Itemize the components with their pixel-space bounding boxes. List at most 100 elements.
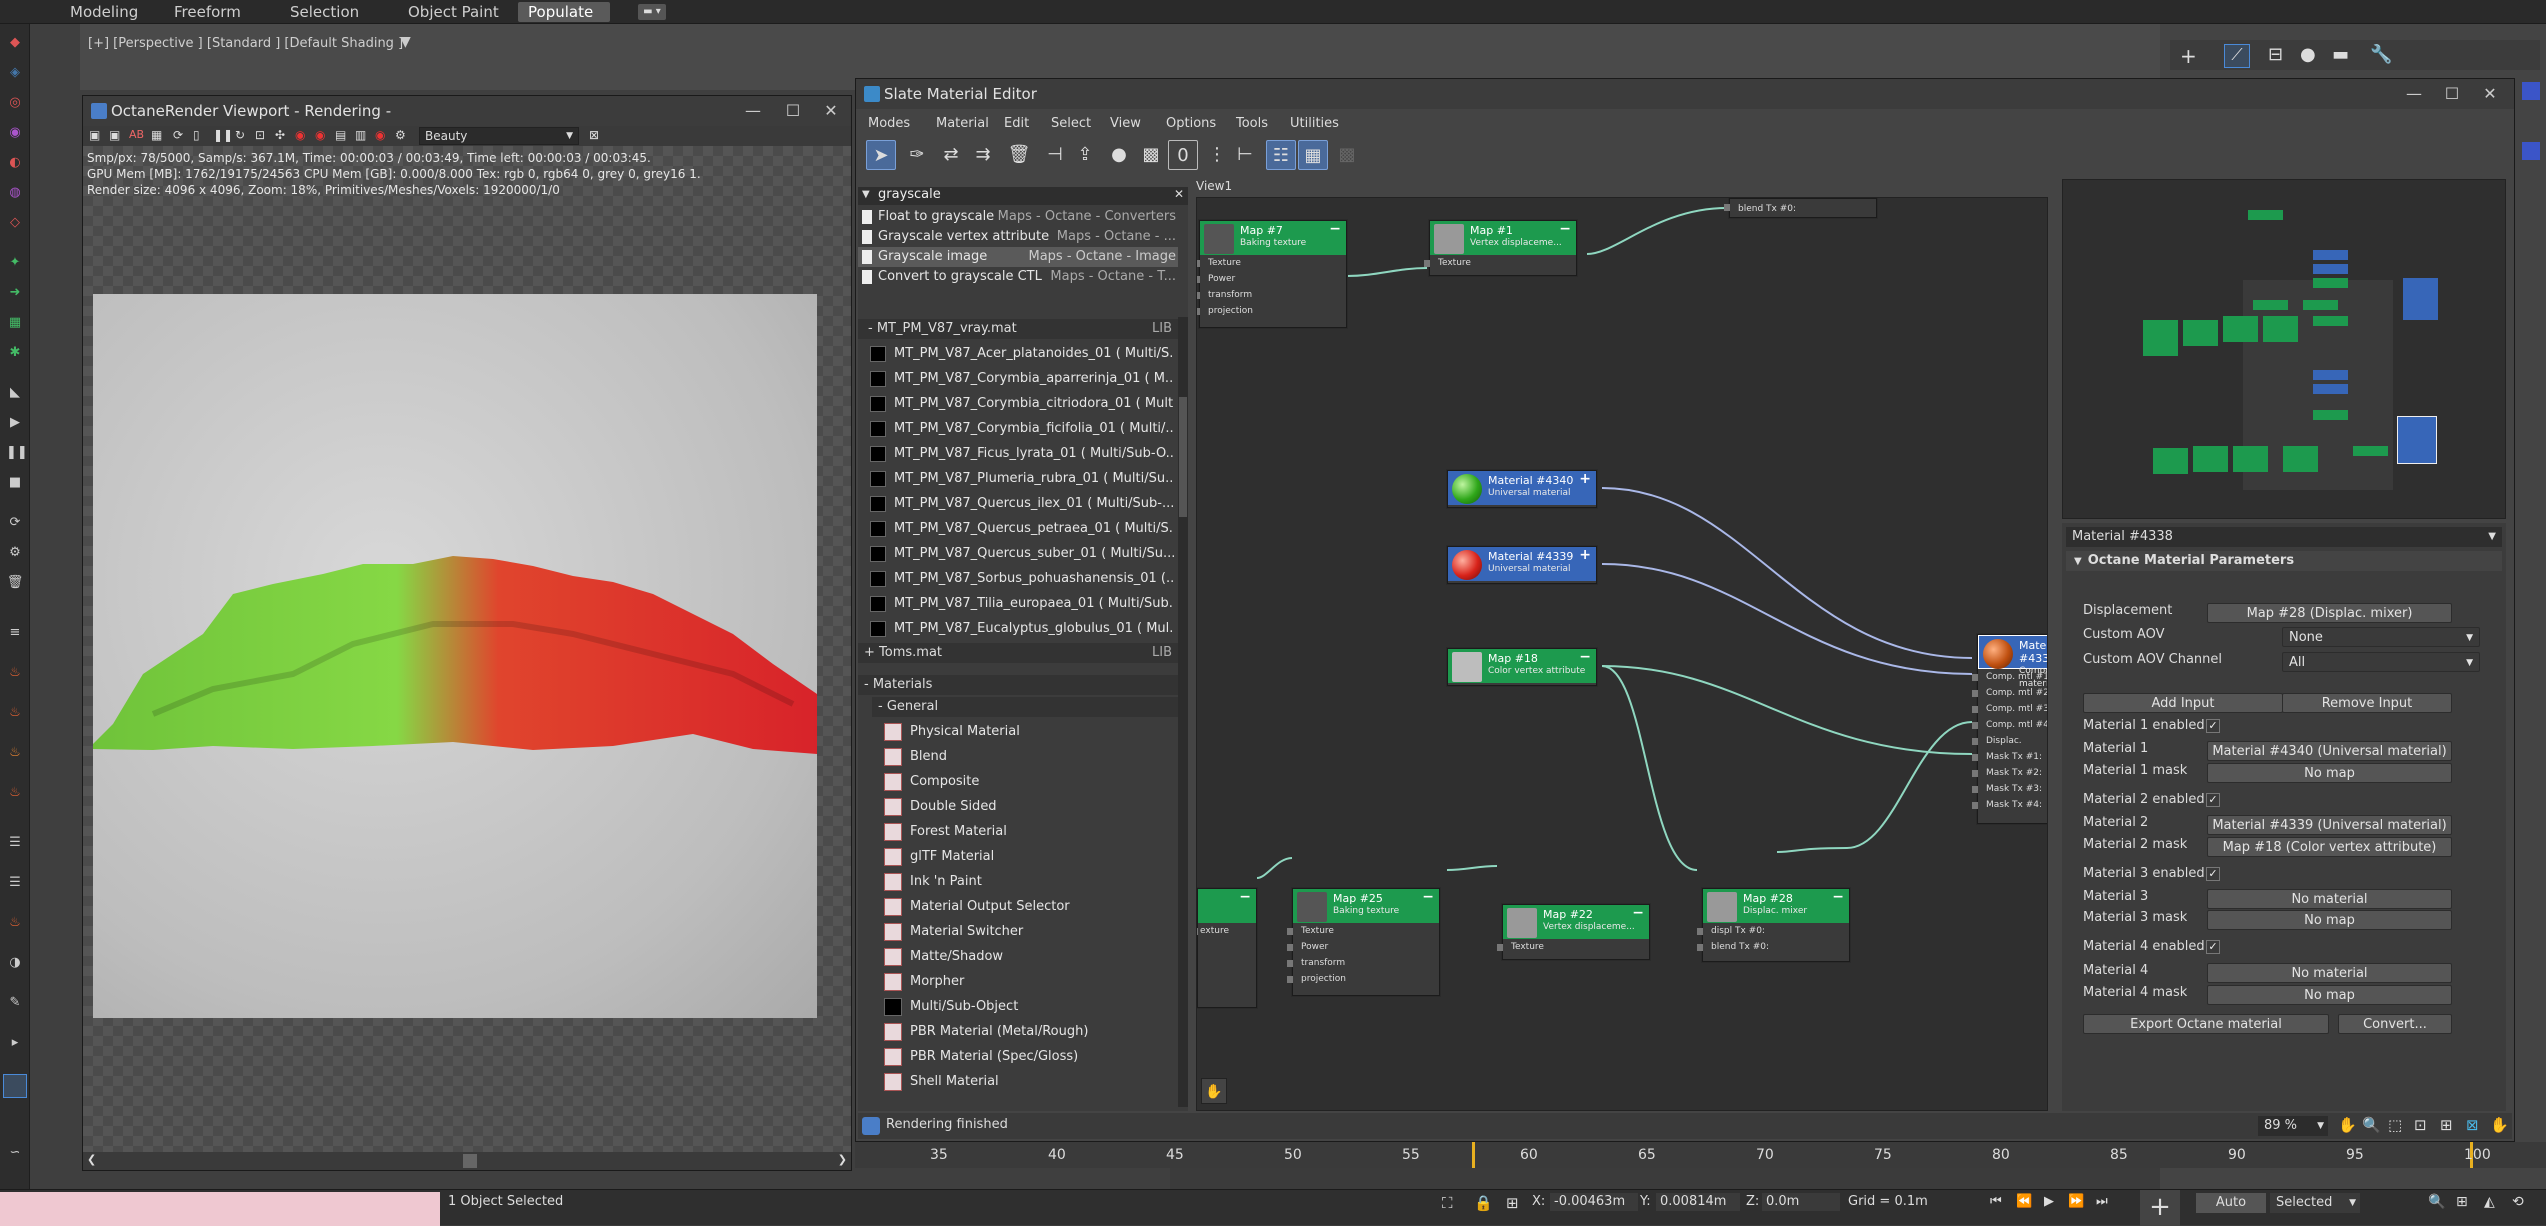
node-slot[interactable]: Comp. mtl #3 <box>1972 701 2047 717</box>
node-material-4339[interactable]: Material #4339 Universal material + <box>1447 546 1597 584</box>
scroll-right-icon[interactable]: ❯ <box>838 1153 847 1166</box>
next-frame-icon[interactable]: ⏩ <box>2068 1194 2084 1209</box>
material-type-item[interactable]: Forest Material <box>858 819 1174 844</box>
node-expand-icon[interactable]: + <box>1579 472 1591 486</box>
node-material-4338[interactable]: Material #4338Composite materi... Comp. … <box>1972 634 2047 824</box>
node-slot[interactable]: transform <box>1287 955 1439 971</box>
material-type-item[interactable]: Physical Material <box>858 719 1174 744</box>
pan-icon[interactable]: ✋ <box>2338 1116 2357 1134</box>
ribbon-tab-freeform[interactable]: Freeform <box>164 2 251 22</box>
parameter-editor-icon[interactable]: ☷ <box>1266 140 1296 170</box>
hierarchy-icon[interactable]: ➜ <box>6 284 24 302</box>
copy-icon[interactable]: ▣ <box>109 128 120 142</box>
node-slot[interactable]: Texture <box>1497 939 1649 955</box>
stack-icon[interactable]: ☰ <box>6 834 24 852</box>
color-swatch-icon-2[interactable] <box>2522 142 2540 160</box>
filter-icon[interactable]: ▼ <box>400 34 411 50</box>
display-tab-icon[interactable]: ▬ <box>2332 44 2349 65</box>
scroll-thumb[interactable] <box>463 1154 477 1168</box>
display-icon[interactable]: ✱ <box>6 344 24 362</box>
library-item[interactable]: MT_PM_V87_Quercus_petraea_01 ( Multi/S..… <box>858 516 1174 541</box>
menu-utilities[interactable]: Utilities <box>1290 113 1339 135</box>
search-result-row[interactable]: Grayscale vertex attribute Maps - Octane … <box>858 227 1178 247</box>
field-of-view-icon[interactable]: ◭ <box>2484 1194 2495 1210</box>
menu-material[interactable]: Material <box>936 113 989 135</box>
add-input-button[interactable]: Add Input <box>2083 693 2283 713</box>
motion-tab-icon[interactable]: ● <box>2300 44 2316 65</box>
search-result-row-selected[interactable]: Grayscale image Maps - Octane - Image <box>858 247 1178 267</box>
menu-tools[interactable]: Tools <box>1236 113 1268 135</box>
node-slot[interactable]: Comp. mtl #2 <box>1972 685 2047 701</box>
material-browser-icon[interactable]: ▦ <box>1298 140 1328 170</box>
general-header[interactable]: - General <box>872 697 1178 717</box>
brush-icon[interactable]: ✎ <box>6 994 24 1012</box>
zoom-region-icon[interactable]: ⬚ <box>2388 1116 2402 1134</box>
search-icon[interactable]: 🔍 <box>2428 1194 2445 1210</box>
clear-icon[interactable]: ▦ <box>151 128 162 142</box>
modify-tab-icon[interactable]: ⟋ <box>2224 44 2250 68</box>
zoom-extents-icon[interactable]: ⊡ <box>2414 1116 2427 1134</box>
put-material-icon[interactable]: ⇄ <box>936 140 966 170</box>
pause-render-icon[interactable]: ❚❚ <box>213 128 233 142</box>
rotate-icon[interactable]: ⟳ <box>6 514 24 532</box>
node-slot[interactable]: projection <box>1287 971 1439 987</box>
eyedropper-icon[interactable]: ✑ <box>902 140 932 170</box>
search-result-row[interactable]: Convert to grayscale CTL Maps - Octane - … <box>858 267 1178 287</box>
fire-icon-4[interactable]: ♨ <box>6 784 24 802</box>
active-viewport-icon[interactable] <box>3 1074 27 1098</box>
sphere-icon[interactable]: ◑ <box>6 954 24 972</box>
menu-modes[interactable]: Modes <box>868 113 910 135</box>
material-3-button[interactable]: No material <box>2207 889 2452 909</box>
select-tool-icon[interactable]: ➤ <box>866 140 896 170</box>
maxscript-icon[interactable]: ∽ <box>6 1144 24 1162</box>
cameras-icon[interactable]: ◐ <box>6 154 24 172</box>
node-slot[interactable]: Texture <box>1424 255 1576 271</box>
maxscript-listener[interactable] <box>0 1192 440 1226</box>
y-coordinate-field[interactable]: 0.00814m <box>1656 1193 1740 1211</box>
create-icon[interactable]: ◆ <box>6 34 24 52</box>
browser-scroll-thumb[interactable] <box>1179 397 1187 517</box>
material-type-item[interactable]: Material Output Selector <box>858 894 1174 919</box>
save-icon[interactable]: ▣ <box>89 128 100 142</box>
camera-icon[interactable]: ▥ <box>355 128 366 142</box>
node-slot[interactable]: Displac. <box>1972 733 2047 749</box>
zoom-icon[interactable]: 🔍 <box>2362 1116 2381 1134</box>
zoom-all-icon[interactable]: ⊠ <box>2466 1116 2479 1134</box>
library-item[interactable]: MT_PM_V87_Plumeria_rubra_01 ( Multi/Su..… <box>858 466 1174 491</box>
node-map18[interactable]: Map #18 Color vertex attribute − <box>1447 648 1597 686</box>
ribbon-tab-selection[interactable]: Selection <box>280 2 369 22</box>
close-icon[interactable]: ✕ <box>811 96 851 126</box>
layout-horizontal-icon[interactable]: ⊢ <box>1230 140 1260 170</box>
stop-icon[interactable]: ■ <box>6 474 24 492</box>
node-collapse-icon[interactable]: − <box>1329 222 1341 236</box>
pick-material-icon[interactable]: ◉ <box>295 128 305 142</box>
node-slot[interactable]: Power <box>1287 939 1439 955</box>
node-slot[interactable]: Mask Tx #3: <box>1972 781 2047 797</box>
export-octane-material-button[interactable]: Export Octane material <box>2083 1014 2329 1034</box>
region-icon[interactable]: ⊡ <box>255 128 265 142</box>
node-view[interactable]: Map #7 Baking texture − Texture Power tran… <box>1196 197 2048 1111</box>
menu-view[interactable]: View <box>1110 113 1141 135</box>
zoom-extents-all-icon[interactable]: ⊞ <box>2456 1194 2468 1210</box>
node-slot[interactable]: Texture <box>1197 255 1346 271</box>
checker-background-icon[interactable]: ▩ <box>1136 140 1166 170</box>
material-id-icon[interactable]: 0 <box>1168 140 1198 170</box>
go-to-end-icon[interactable]: ⏭ <box>2096 1194 2108 1209</box>
chevron-down-icon[interactable]: ▼ <box>2488 527 2496 547</box>
play-animation-icon[interactable]: ▶ <box>2044 1194 2054 1209</box>
node-slot[interactable]: transform <box>1197 287 1346 303</box>
material-type-item[interactable]: Matte/Shadow <box>858 944 1174 969</box>
custom-aov-select[interactable]: None ▼ <box>2282 627 2480 647</box>
settings-icon[interactable]: ⚙ <box>6 544 24 562</box>
record-icon[interactable]: ◉ <box>375 128 385 142</box>
add-key-icon[interactable]: + <box>2140 1190 2180 1226</box>
node-slot[interactable]: Mask Tx #2: <box>1972 765 2047 781</box>
hierarchy-tab-icon[interactable]: ⊟ <box>2268 44 2283 65</box>
material-2-mask-button[interactable]: Map #18 (Color vertex attribute) <box>2207 837 2452 857</box>
node-slot[interactable]: Comp. mtl #1 <box>1972 669 2047 685</box>
sme-minimize-icon[interactable]: — <box>2394 79 2434 109</box>
material-4-button[interactable]: No material <box>2207 963 2452 983</box>
gear-icon[interactable]: ⚙ <box>395 128 406 142</box>
material-type-item[interactable]: Multi/Sub-Object <box>858 994 1174 1019</box>
node-map1[interactable]: Map #1 Vertex displaceme... − Texture <box>1424 220 1577 276</box>
